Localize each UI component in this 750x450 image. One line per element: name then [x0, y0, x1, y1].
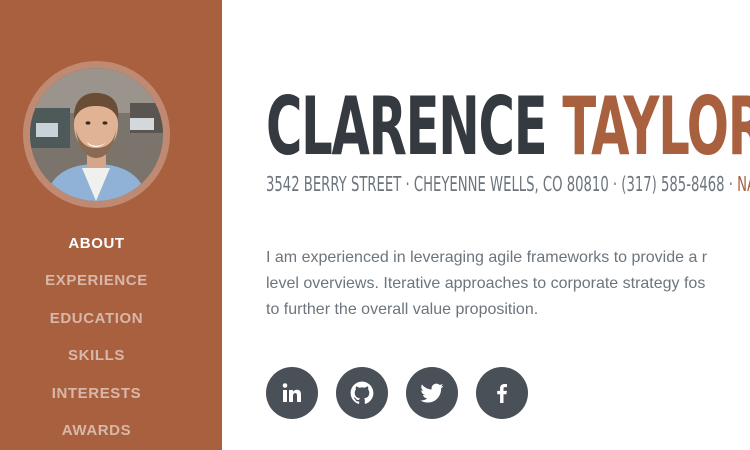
- facebook-button[interactable]: [476, 367, 528, 419]
- profile-photo: [30, 68, 163, 201]
- address-text: 3542 BERRY STREET · CHEYENNE WELLS, CO 8…: [266, 172, 738, 196]
- profile-photo-frame: [23, 61, 170, 208]
- email-link[interactable]: NAME: [737, 172, 750, 196]
- sidebar-nav: ABOUT EXPERIENCE EDUCATION SKILLS INTERE…: [0, 232, 193, 450]
- intro-line: level overviews. Iterative approaches to…: [266, 275, 706, 292]
- nav-item-about[interactable]: ABOUT: [0, 232, 193, 269]
- nav-item-awards[interactable]: AWARDS: [0, 419, 193, 450]
- linkedin-button[interactable]: [266, 367, 318, 419]
- about-section: CLARENCE TAYLOR 3542 BERRY STREET · CHEY…: [266, 0, 750, 450]
- github-icon: [350, 381, 374, 404]
- contact-line: 3542 BERRY STREET · CHEYENNE WELLS, CO 8…: [266, 172, 750, 196]
- last-name: TAYLOR: [562, 80, 750, 173]
- twitter-icon: [420, 383, 444, 403]
- nav-item-experience[interactable]: EXPERIENCE: [0, 269, 193, 306]
- nav-item-skills[interactable]: SKILLS: [0, 344, 193, 381]
- nav-item-education[interactable]: EDUCATION: [0, 307, 193, 344]
- sidebar: ABOUT EXPERIENCE EDUCATION SKILLS INTERE…: [0, 0, 222, 450]
- linkedin-icon: [282, 383, 301, 402]
- social-icons: [266, 367, 528, 419]
- twitter-button[interactable]: [406, 367, 458, 419]
- first-name: CLARENCE: [266, 80, 548, 173]
- facebook-icon: [497, 384, 507, 403]
- intro-paragraph: I am experienced in leveraging agile fra…: [266, 245, 750, 323]
- profile-photo-image: [30, 68, 163, 201]
- intro-line: I am experienced in leveraging agile fra…: [266, 249, 708, 266]
- github-button[interactable]: [336, 367, 388, 419]
- page-title: CLARENCE TAYLOR: [266, 82, 750, 172]
- resume-page: ABOUT EXPERIENCE EDUCATION SKILLS INTERE…: [0, 0, 750, 450]
- nav-item-interests[interactable]: INTERESTS: [0, 382, 193, 419]
- intro-line: to further the overall value proposition…: [266, 301, 539, 318]
